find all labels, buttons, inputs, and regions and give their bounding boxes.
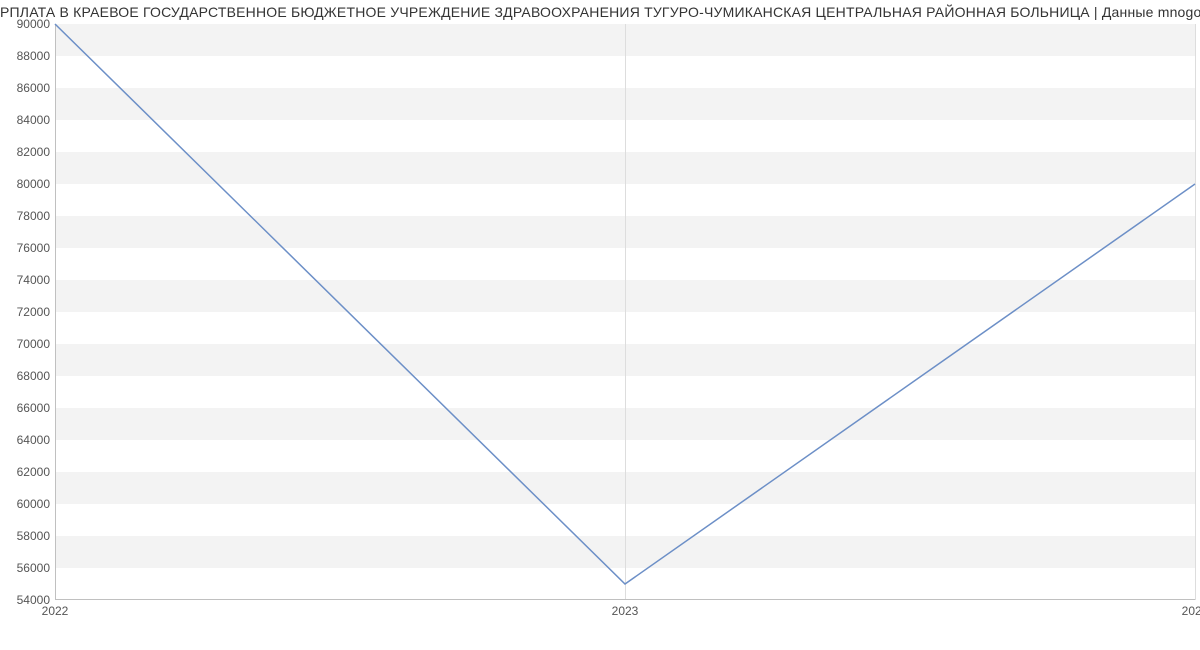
y-tick-label: 60000 [4,497,50,511]
y-tick-label: 68000 [4,369,50,383]
y-tick-label: 80000 [4,177,50,191]
y-tick-label: 76000 [4,241,50,255]
chart-title: РПЛАТА В КРАЕВОЕ ГОСУДАРСТВЕННОЕ БЮДЖЕТН… [0,4,1200,20]
grid-line [1195,24,1196,600]
y-tick-label: 78000 [4,209,50,223]
y-tick-label: 84000 [4,113,50,127]
y-tick-label: 56000 [4,561,50,575]
x-tick-label: 2022 [42,604,69,618]
y-tick-label: 72000 [4,305,50,319]
y-tick-label: 64000 [4,433,50,447]
y-tick-label: 82000 [4,145,50,159]
x-tick-label: 2023 [612,604,639,618]
data-line [55,24,1195,600]
y-tick-label: 86000 [4,81,50,95]
y-tick-label: 62000 [4,465,50,479]
y-tick-label: 58000 [4,529,50,543]
y-tick-label: 88000 [4,49,50,63]
y-tick-label: 70000 [4,337,50,351]
plot-area [55,24,1195,600]
y-tick-label: 66000 [4,401,50,415]
y-tick-label: 74000 [4,273,50,287]
x-tick-label: 2024 [1182,604,1200,618]
y-tick-label: 90000 [4,17,50,31]
